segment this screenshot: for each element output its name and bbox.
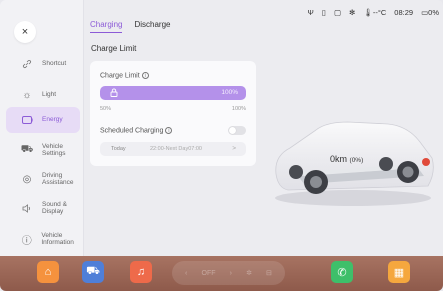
charge-limit-slider[interactable]: 100% [100,86,246,100]
sidebar-item-label: Driving Assistance [42,171,74,187]
phone-icon[interactable]: ✆ [331,261,353,283]
chevron-right-icon[interactable]: › [230,270,232,277]
screen-icon: ▢ [333,8,342,17]
light-icon: ☼ [22,89,32,101]
climate-state: OFF [201,269,216,277]
fan-icon[interactable]: ✲ [246,269,252,277]
charge-limit-card: Charge Limit i 100% 50% 100% Scheduled Ch… [90,61,256,166]
tab-discharge[interactable]: Discharge [134,20,170,33]
tab-bar: Charging Discharge [90,20,170,33]
sidebar-item-driving-assistance[interactable]: ◎ Driving Assistance [6,166,80,192]
sidebar-item-label: Energy [42,116,63,124]
slider-min-label: 50% [100,106,112,112]
screen: × Shortcut ☼ Light Energy ⛟ Vehicle Sett… [0,0,443,291]
sidebar-item-energy[interactable]: Energy [6,107,80,133]
seat-heat-icon[interactable]: ⊟ [266,269,272,277]
sidebar-item-label: Shortcut [42,60,67,68]
sidebar-item-vehicle-information[interactable]: ⓘ Vehicle Information [6,226,80,252]
sidebar-item-label: Light [42,91,57,99]
car-app-icon[interactable]: ⛟ [82,261,104,283]
clock: 08:29 [394,8,414,17]
tab-charging[interactable]: Charging [90,20,123,33]
apps-grid-icon[interactable]: ▦ [388,261,410,283]
chevron-right-icon: > [232,145,236,152]
charge-limit-value: 100% [221,89,238,96]
info-icon[interactable]: i [141,72,149,79]
battery-status: ▭0% [421,8,439,17]
sim-icon: ▯ [321,8,326,17]
usb-icon: Ψ [307,8,314,17]
sidebar-item-label: Vehicle Settings [42,142,66,158]
battery-icon [18,116,36,124]
sidebar-item-vehicle-settings[interactable]: ⛟ Vehicle Settings [6,137,80,163]
lock-icon [110,88,118,99]
music-icon[interactable]: ♫ [130,261,152,283]
schedule-time: 22:00-Next Day07:00 [150,146,202,152]
charge-limit-label: Charge Limit i [100,72,149,79]
close-icon: × [21,26,29,38]
sidebar: × Shortcut ☼ Light Energy ⛟ Vehicle Sett… [0,0,84,256]
home-icon[interactable]: ⌂ [37,261,59,283]
range-readout: 0km (0%) [330,154,364,164]
sidebar-item-sound-display[interactable]: Sound & Display [6,195,80,221]
sidebar-item-label: Vehicle Information [41,231,74,247]
scheduled-charging-toggle[interactable] [228,126,246,135]
sidebar-item-light[interactable]: ☼ Light [6,82,80,108]
info-icon[interactable]: i [165,127,173,134]
sidebar-item-shortcut[interactable]: Shortcut [6,51,80,77]
temperature-readout: 🌡--°C [363,8,387,17]
speaker-icon [18,203,36,213]
link-icon [18,59,36,69]
schedule-row[interactable]: Today 22:00-Next Day07:00 > [100,142,246,156]
chevron-left-icon[interactable]: ‹ [185,270,187,277]
slider-max-label: 100% [231,106,246,112]
schedule-day: Today [111,146,126,152]
steering-icon: ◎ [22,173,32,185]
bluetooth-icon: ✻ [349,8,356,17]
sidebar-item-label: Sound & Display [42,200,67,216]
section-title: Charge Limit [91,44,137,53]
status-bar: Ψ ▯ ▢ ✻ 🌡--°C 08:29 ▭0% [308,8,439,17]
climate-control[interactable]: ‹ OFF › ✲ ⊟ [172,261,285,285]
scheduled-charging-label: Scheduled Charging i [100,127,173,134]
car-icon: ⛟ [20,143,34,155]
close-button[interactable]: × [14,21,36,43]
info-icon: ⓘ [21,235,32,247]
